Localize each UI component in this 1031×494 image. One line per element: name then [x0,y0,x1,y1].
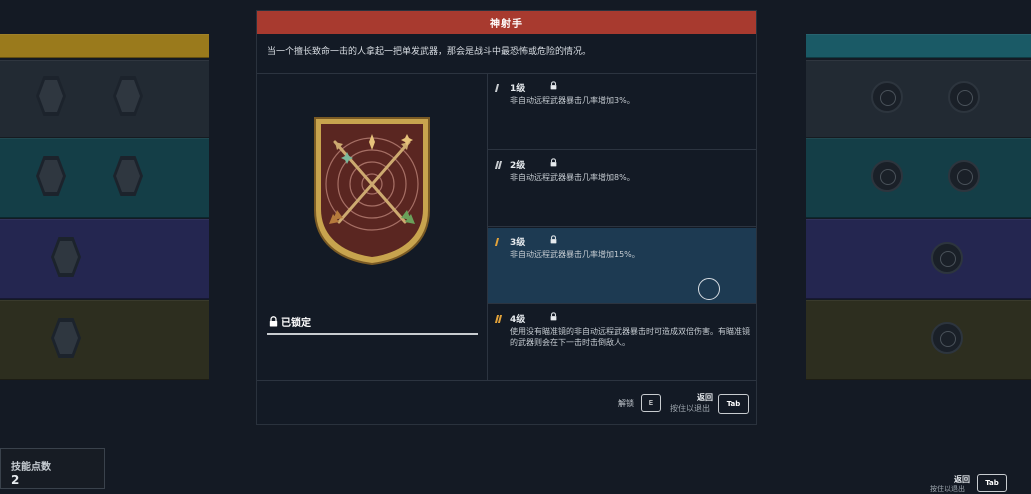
bottom-back-button[interactable]: Tab [977,474,1007,492]
lock-status-label: 已锁定 [281,318,311,329]
skill-slot[interactable] [871,160,903,192]
back-label: 返回 [697,393,713,402]
back-button[interactable]: Tab [718,394,749,414]
lock-icon [550,81,557,90]
level-name: 2级 [510,161,526,171]
skill-points-panel: 技能点数 2 [0,448,105,489]
lock-icon [550,312,557,321]
level-name: 1级 [510,84,526,94]
skill-level-4[interactable]: 4级使用没有瞄准镜的非自动远程武器暴击时可造成双倍伤害。有瞄准镜的武器则会在下一… [488,305,756,381]
skill-slot[interactable] [931,242,963,274]
skill-row-1 [806,60,1031,138]
level-name: 4级 [510,315,526,325]
cursor-ring [698,278,720,300]
unlock-label: 解锁 [618,399,634,408]
level-bars-icon [494,238,500,246]
skill-points-value: 2 [11,473,20,487]
skill-row-3 [0,219,209,299]
skill-slot[interactable] [948,81,980,113]
unlock-button[interactable]: E [641,394,661,412]
skill-row-1 [0,60,209,138]
modal-title: 神射手 [257,11,756,34]
level-bars-icon [494,315,503,323]
lock-icon [269,316,278,327]
level-description: 非自动远程武器暴击几率增加3%。 [510,96,635,105]
skill-detail-modal: 神射手 当一个擅长致命一击的人拿起一把单发武器，那会是战斗中最恐怖或危险的情况。 [256,10,757,425]
lock-icon [550,158,557,167]
crossed-arrows-target-badge-icon [314,117,430,266]
skill-description: 当一个擅长致命一击的人拿起一把单发武器，那会是战斗中最恐怖或危险的情况。 [267,47,592,57]
level-name: 3级 [510,238,526,248]
skill-content: 已锁定 1级 非自动远程武器暴击几率增加3%。 2级 非自动远程武器暴击几率增加8%。… [257,73,756,381]
skill-slot[interactable] [948,160,980,192]
hold-to-exit-label: 按住以退出 [670,404,710,413]
skill-row-2 [806,138,1031,218]
level-bars-icon [494,161,503,169]
skill-row-3 [806,219,1031,299]
skill-points-label: 技能点数 [11,462,51,473]
level-description: 非自动远程武器暴击几率增加8%。 [510,173,635,182]
skill-row-4 [0,300,209,380]
badge-panel: 已锁定 [257,74,488,380]
skill-level-1[interactable]: 1级非自动远程武器暴击几率增加3%。 [488,74,756,150]
skill-level-2[interactable]: 2级非自动远程武器暴击几率增加8%。 [488,151,756,227]
skill-slot[interactable] [871,81,903,113]
skill-row-2 [0,138,209,218]
level-description: 非自动远程武器暴击几率增加15%。 [510,250,640,259]
bottom-hold-label: 按住以退出 [930,485,965,493]
category-header-teal [806,34,1031,58]
level-bars-icon [494,84,500,92]
lock-icon [550,235,557,244]
level-description: 使用没有瞄准镜的非自动远程武器暴击时可造成双倍伤害。有瞄准镜的武器则会在下一击时… [510,327,750,347]
lock-status: 已锁定 [267,314,478,335]
skill-slot[interactable] [931,322,963,354]
skill-row-4 [806,300,1031,380]
category-header-gold [0,34,209,58]
